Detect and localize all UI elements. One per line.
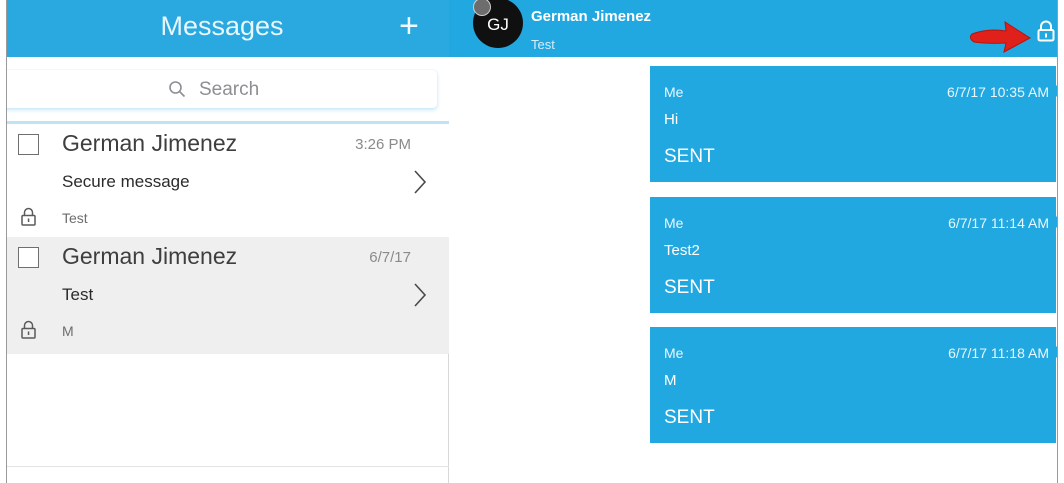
- chevron-right-icon[interactable]: [412, 168, 428, 196]
- message-timestamp: 6/7/17 11:18 AM: [948, 345, 1049, 361]
- message-sender: Me: [664, 84, 684, 100]
- message-status: SENT: [664, 277, 715, 298]
- message-bubble[interactable]: Me 6/7/17 11:18 AM M SENT: [650, 327, 1057, 443]
- new-message-button[interactable]: +: [399, 9, 419, 43]
- lock-icon[interactable]: [1037, 20, 1055, 42]
- message-sender: Me: [664, 345, 684, 361]
- conversation-name: German Jimenez: [62, 243, 238, 269]
- lock-icon: [21, 320, 36, 339]
- conversation-name: German Jimenez: [62, 130, 238, 156]
- lock-icon: [21, 207, 36, 226]
- search-placeholder: Search: [199, 79, 260, 100]
- conversation-time: 3:26 PM: [355, 136, 411, 153]
- message-timestamp: 6/7/17 10:35 AM: [947, 84, 1049, 100]
- select-checkbox[interactable]: [18, 247, 39, 268]
- search-icon: [169, 81, 186, 98]
- message-status: SENT: [664, 146, 715, 167]
- conversation-list-item[interactable]: German Jimenez 6/7/17 Test M: [7, 237, 449, 354]
- search-bar: Search: [7, 57, 449, 125]
- message-text: Hi: [664, 111, 679, 128]
- avatar-initials: GJ: [487, 15, 509, 34]
- messages-header: Messages +: [7, 0, 449, 57]
- conversation-subject: Test: [531, 37, 555, 52]
- message-sender: Me: [664, 215, 684, 231]
- conversation-list-item[interactable]: German Jimenez 3:26 PM Secure message Te…: [7, 124, 449, 241]
- conversation-time: 6/7/17: [369, 249, 411, 266]
- conversation-header: GJ German Jimenez Test: [449, 0, 1057, 57]
- contact-name: German Jimenez: [531, 8, 652, 25]
- conversation-preview: Secure message: [62, 172, 190, 191]
- message-text: Test2: [664, 242, 700, 259]
- list-bottom-divider: [7, 466, 449, 467]
- message-status: SENT: [664, 407, 715, 428]
- conversation-subject: M: [62, 323, 74, 339]
- message-timestamp: 6/7/17 11:14 AM: [948, 215, 1049, 231]
- red-arrow-icon: [969, 21, 1031, 53]
- conversation-preview: Test: [62, 285, 94, 304]
- chevron-right-icon[interactable]: [412, 281, 428, 309]
- plus-icon: +: [399, 7, 419, 45]
- app-window: Messages + GJ German Jimenez Test Search: [6, 0, 1058, 483]
- message-text: M: [664, 372, 677, 389]
- messages-title: Messages: [160, 11, 284, 41]
- search-input[interactable]: Search: [7, 70, 437, 108]
- message-bubble[interactable]: Me 6/7/17 11:14 AM Test2 SENT: [650, 197, 1057, 313]
- select-checkbox[interactable]: [18, 134, 39, 155]
- message-bubble[interactable]: Me 6/7/17 10:35 AM Hi SENT: [650, 66, 1057, 182]
- conversation-subject: Test: [62, 210, 88, 226]
